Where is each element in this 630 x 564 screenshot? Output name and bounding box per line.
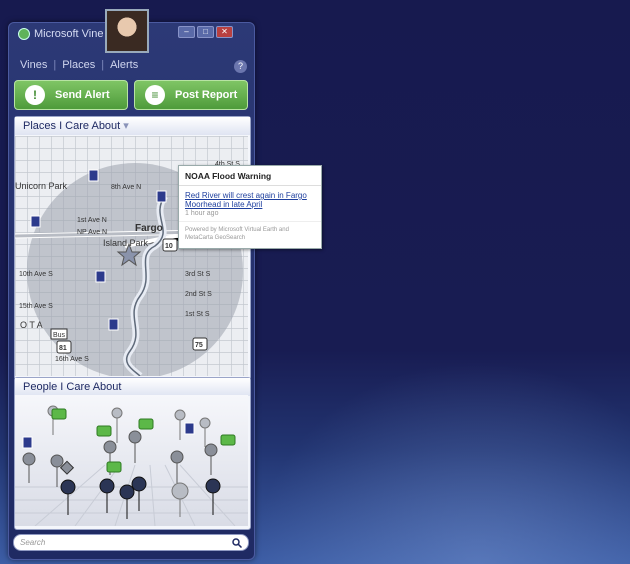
route-81-shield: 81 (59, 345, 67, 352)
map-label-1st-ave: 1st Ave N (77, 217, 107, 224)
person-pin-icon[interactable] (171, 482, 189, 500)
report-icon: ≡ (145, 85, 165, 105)
alert-time: 1 hour ago (185, 210, 219, 217)
maximize-button[interactable]: □ (197, 26, 214, 38)
nav-separator: | (53, 59, 57, 71)
report-pin-icon[interactable] (22, 436, 33, 449)
person-pin-icon[interactable] (22, 452, 36, 466)
map-label-3rd-st: 3rd St S (185, 271, 211, 278)
person-pin-icon[interactable] (119, 484, 135, 500)
people-title: People I Care About (23, 381, 122, 393)
post-report-label: Post Report (175, 89, 238, 101)
vine-logo-icon (18, 28, 30, 40)
desktop-glow (250, 360, 630, 564)
person-pin-icon[interactable] (174, 409, 186, 421)
map-label-16th-ave: 16th Ave S (55, 356, 89, 363)
window-controls: – □ ✕ (178, 26, 233, 38)
person-pin-icon[interactable] (128, 430, 142, 444)
map-report-pin-icon[interactable] (88, 169, 99, 182)
nav-item-alerts[interactable]: Alerts (110, 59, 138, 71)
app-title: Microsoft Vine (34, 28, 104, 40)
map-label-unicorn-park: Unicorn Park (15, 181, 68, 191)
send-alert-label: Send Alert (55, 89, 110, 101)
user-avatar[interactable] (105, 9, 149, 53)
map-report-pin-icon[interactable] (30, 215, 41, 228)
map-report-pin-icon[interactable] (108, 318, 119, 331)
person-pin-icon[interactable] (99, 478, 115, 494)
send-alert-button[interactable]: ! Send Alert (14, 80, 128, 110)
person-pin-icon[interactable] (204, 443, 218, 457)
person-pin-icon[interactable] (199, 417, 211, 429)
chat-bubble-icon[interactable] (138, 418, 154, 430)
chevron-down-icon: ▾ (123, 120, 129, 132)
map-report-pin-icon[interactable] (95, 270, 106, 283)
map-label-8th-ave: 8th Ave N (111, 184, 141, 191)
map-label-15th-ave: 15th Ave S (19, 303, 53, 310)
map-label-island-park: Island Park (103, 238, 149, 248)
map-report-pin-icon[interactable] (156, 190, 167, 203)
map-label-10th-ave: 10th Ave S (19, 271, 53, 278)
person-pin-icon[interactable] (205, 478, 221, 494)
search-icon[interactable] (232, 537, 242, 548)
map-label-dakota: O T A (20, 320, 43, 330)
person-pin-icon[interactable] (50, 454, 64, 468)
person-pin-icon[interactable] (103, 440, 117, 454)
chat-bubble-icon[interactable] (220, 434, 236, 446)
help-icon[interactable]: ? (234, 60, 247, 73)
close-button[interactable]: ✕ (216, 26, 233, 38)
nav-item-places[interactable]: Places (62, 59, 95, 71)
map-label-2nd-st: 2nd St S (185, 291, 212, 298)
chat-bubble-icon[interactable] (96, 425, 112, 437)
flood-alert-popup[interactable]: NOAA Flood Warning Red River will crest … (178, 165, 322, 249)
alert-title: NOAA Flood Warning (179, 166, 321, 186)
places-title: Places I Care About (23, 120, 121, 132)
person-pin-icon[interactable] (60, 479, 76, 495)
map-label-1st-st: 1st St S (185, 311, 210, 318)
person-pin-icon[interactable] (111, 407, 123, 419)
nav-item-vines[interactable]: Vines (20, 59, 47, 71)
people-view[interactable] (15, 395, 248, 526)
places-header[interactable]: Places I Care About ▾ (15, 117, 250, 135)
search-box[interactable]: Search (13, 534, 249, 551)
map-label-bus: Bus (53, 332, 66, 339)
route-10-shield: 10 (165, 243, 173, 250)
chat-bubble-icon[interactable] (106, 461, 122, 473)
search-input[interactable]: Search (20, 538, 232, 547)
app-brand: Microsoft Vine (18, 28, 104, 40)
alert-link[interactable]: Red River will crest again in Fargo Moor… (179, 186, 321, 210)
route-75-shield: 75 (195, 342, 203, 349)
alert-powered-by: Powered by Microsoft Virtual Earth and M… (179, 221, 321, 246)
people-header[interactable]: People I Care About (15, 378, 250, 396)
person-pin-icon[interactable] (170, 450, 184, 464)
alert-icon: ! (25, 85, 45, 105)
map-label-fargo: Fargo (135, 223, 163, 234)
post-report-button[interactable]: ≡ Post Report (134, 80, 248, 110)
person-pin-icon[interactable] (131, 476, 147, 492)
person-pins (22, 405, 236, 519)
report-pin-icon[interactable] (184, 422, 195, 435)
nav-separator: | (101, 59, 105, 71)
chat-bubble-icon[interactable] (51, 408, 67, 420)
map-label-np-ave: NP Ave N (77, 229, 107, 236)
main-nav: Vines | Places | Alerts (20, 59, 138, 71)
minimize-button[interactable]: – (178, 26, 195, 38)
